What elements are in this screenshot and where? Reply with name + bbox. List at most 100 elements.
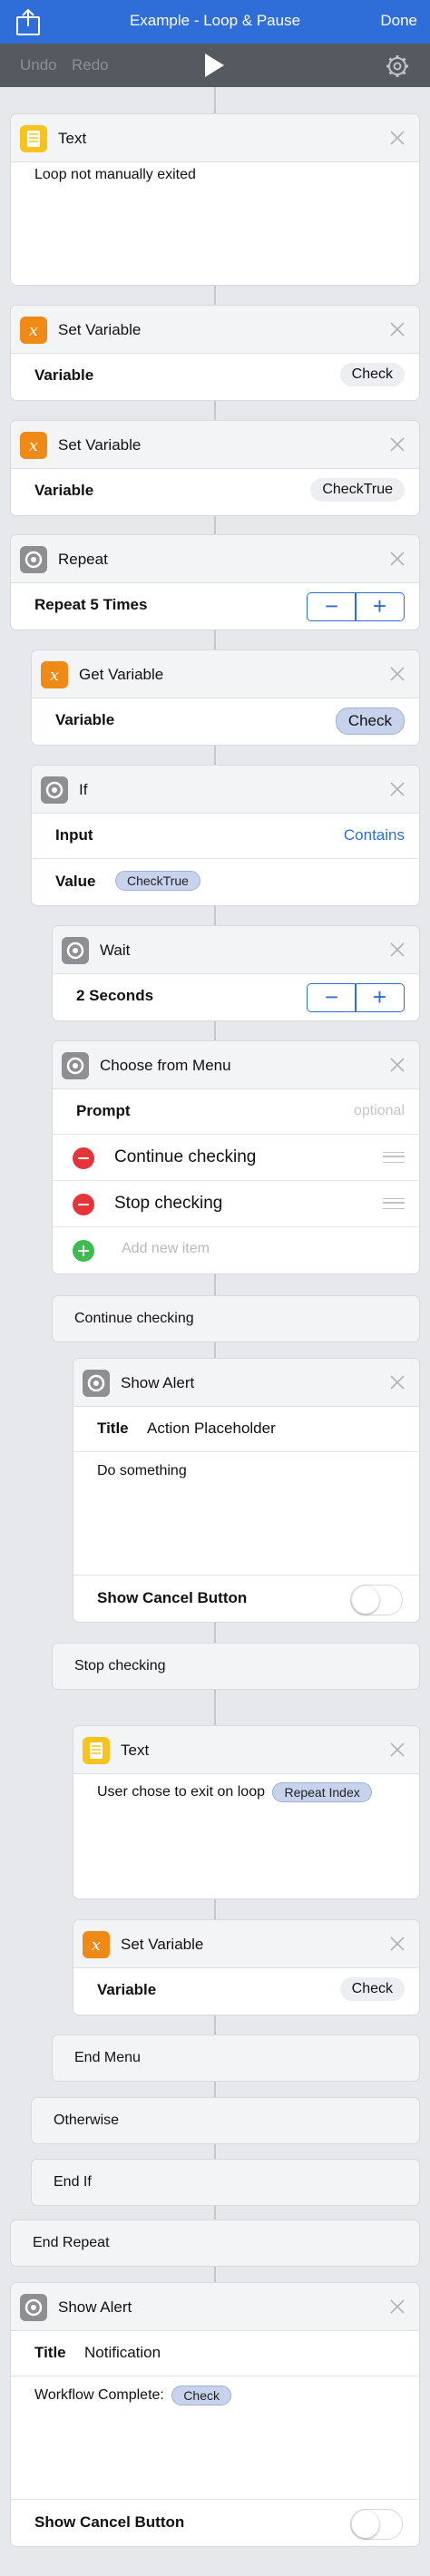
action-header: x Set Variable — [11, 306, 419, 354]
delete-item-icon[interactable] — [73, 1147, 94, 1169]
cancel-button-label: Show Cancel Button — [97, 1589, 248, 1606]
wait-stepper: − + — [307, 983, 405, 1012]
menu-item-row: Stop checking — [53, 1181, 419, 1227]
decrement-button[interactable]: − — [308, 984, 356, 1011]
action-title: Get Variable — [79, 666, 164, 683]
workflow-title[interactable]: Example - Loop & Pause — [0, 12, 430, 30]
alert-message-input[interactable]: Workflow Complete: Check — [34, 2386, 231, 2405]
add-item-placeholder[interactable]: Add new item — [122, 1241, 210, 1257]
variable-token[interactable]: Check — [335, 707, 405, 735]
end-repeat-block: End Repeat — [11, 2220, 419, 2266]
case-label: Stop checking — [74, 1658, 166, 1673]
alert-title-input[interactable]: Notification — [84, 2344, 161, 2362]
variable-row: Variable Check — [11, 353, 419, 398]
gear-icon[interactable] — [386, 54, 409, 78]
scripting-gear-icon — [83, 1370, 110, 1397]
alert-title-input[interactable]: Action Placeholder — [147, 1420, 276, 1438]
value-label: Value — [55, 873, 96, 890]
add-item-row[interactable]: Add new item — [53, 1227, 419, 1273]
variable-name-pill[interactable]: Check — [339, 1977, 405, 2001]
variable-row: Variable CheckTrue — [11, 468, 419, 513]
menu-item-input[interactable]: Stop checking — [114, 1194, 222, 1214]
text-action-card: Text Loop not manually exited — [11, 114, 419, 285]
set-variable-card: x Set Variable Variable Check — [11, 306, 419, 400]
variable-token[interactable]: CheckTrue — [115, 871, 200, 891]
decrement-button[interactable]: − — [308, 593, 356, 620]
action-header: Text — [73, 1726, 419, 1774]
action-title: If — [79, 781, 88, 798]
scripting-gear-icon — [20, 2294, 47, 2321]
action-header: Show Alert — [73, 1359, 419, 1407]
cancel-button-row: Show Cancel Button — [73, 1575, 419, 1621]
undo-button[interactable]: Undo — [20, 56, 57, 74]
close-icon[interactable] — [388, 2298, 406, 2316]
variable-icon: x — [83, 1931, 110, 1958]
show-cancel-toggle[interactable] — [350, 2509, 403, 2540]
repeat-count-row: Repeat 5 Times − + — [11, 582, 419, 628]
cancel-button-label: Show Cancel Button — [34, 2513, 185, 2531]
play-icon[interactable] — [204, 54, 224, 77]
action-title: Set Variable — [121, 1936, 204, 1953]
condition-selector[interactable]: Contains — [344, 826, 405, 844]
action-header: x Set Variable — [11, 421, 419, 469]
show-cancel-toggle[interactable] — [350, 1585, 403, 1615]
wait-card: Wait 2 Seconds − + — [53, 926, 419, 1020]
show-alert-card: Show Alert Title Notification Workflow C… — [11, 2283, 419, 2546]
variable-name-pill[interactable]: Check — [339, 363, 405, 386]
action-title: Set Variable — [58, 436, 142, 454]
variable-label: Variable — [97, 1981, 157, 1998]
action-header: Choose from Menu — [53, 1041, 419, 1089]
variable-token[interactable]: Check — [171, 2386, 231, 2405]
repeat-index-token[interactable]: Repeat Index — [272, 1782, 372, 1802]
alert-message-input[interactable]: Do something — [97, 1463, 187, 1479]
close-icon[interactable] — [388, 665, 406, 683]
reorder-handle-icon[interactable] — [383, 1152, 405, 1163]
prompt-label: Prompt — [76, 1102, 131, 1119]
set-variable-card: x Set Variable Variable Check — [73, 1920, 419, 2015]
svg-text:x: x — [29, 436, 38, 455]
close-icon[interactable] — [388, 1056, 406, 1074]
variable-row: Variable Check — [73, 1967, 419, 2013]
title-label: Title — [97, 1420, 129, 1437]
repeat-card: Repeat Repeat 5 Times − + — [11, 535, 419, 629]
prompt-row: Prompt optional — [53, 1088, 419, 1135]
nav-bar: Example - Loop & Pause Done — [0, 0, 430, 44]
text-content: User chose to exit on loop — [97, 1784, 265, 1800]
close-icon[interactable] — [388, 435, 406, 454]
wait-duration-label: 2 Seconds — [76, 987, 154, 1004]
text-input[interactable]: User chose to exit on loop Repeat Index — [97, 1782, 372, 1802]
action-title: Text — [58, 130, 87, 147]
action-title: Set Variable — [58, 321, 142, 338]
menu-item-input[interactable]: Continue checking — [114, 1147, 256, 1167]
alert-title-row: Title Action Placeholder — [73, 1406, 419, 1452]
close-icon[interactable] — [388, 320, 406, 338]
variable-row: Variable Check — [32, 698, 419, 743]
close-icon[interactable] — [388, 780, 406, 798]
variable-name-pill[interactable]: CheckTrue — [310, 478, 405, 502]
close-icon[interactable] — [388, 1741, 406, 1759]
action-title: Wait — [100, 942, 131, 959]
close-icon[interactable] — [388, 129, 406, 147]
text-input[interactable]: Loop not manually exited — [34, 167, 196, 183]
reorder-handle-icon[interactable] — [383, 1198, 405, 1209]
action-header: Repeat — [11, 535, 419, 583]
set-variable-card: x Set Variable Variable CheckTrue — [11, 421, 419, 515]
alert-title-row: Title Notification — [11, 2330, 419, 2376]
close-icon[interactable] — [388, 550, 406, 568]
done-button[interactable]: Done — [380, 12, 417, 30]
end-menu-block: End Menu — [53, 2035, 419, 2081]
action-header: x Set Variable — [73, 1920, 419, 1968]
close-icon[interactable] — [388, 1935, 406, 1953]
close-icon[interactable] — [388, 1373, 406, 1391]
close-icon[interactable] — [388, 941, 406, 959]
value-field[interactable]: CheckTrue — [115, 871, 200, 891]
end-if-label: End If — [54, 2174, 92, 2190]
delete-item-icon[interactable] — [73, 1194, 94, 1215]
prompt-input[interactable]: optional — [354, 1103, 405, 1119]
scripting-gear-icon — [62, 937, 89, 964]
scripting-gear-icon — [20, 546, 47, 573]
add-item-icon[interactable] — [73, 1240, 94, 1262]
increment-button[interactable]: + — [356, 593, 404, 620]
increment-button[interactable]: + — [356, 984, 404, 1011]
redo-button[interactable]: Redo — [72, 56, 109, 74]
